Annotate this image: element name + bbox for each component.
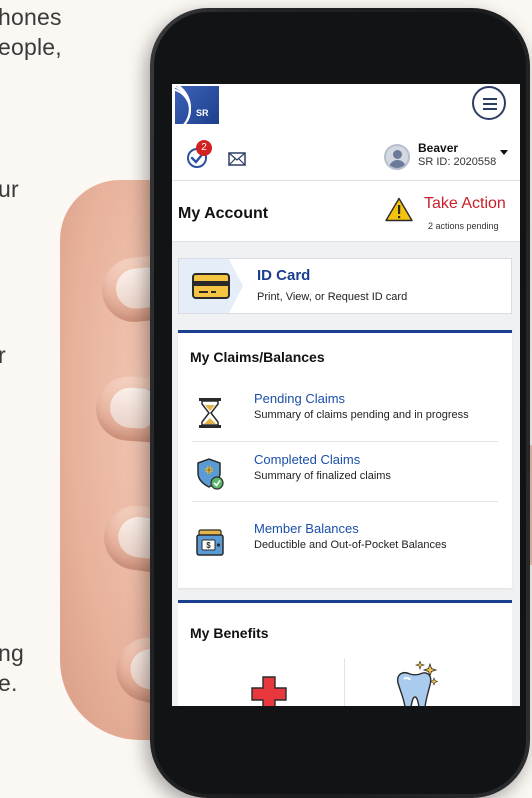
claim-item-completed[interactable]: Completed Claims Summary of finalized cl… — [178, 450, 512, 508]
claims-balances-panel: My Claims/Balances Pending Claims Summar… — [178, 330, 512, 588]
bg-text-line: e. — [0, 670, 18, 696]
phone-screen: SR 2 Beaver SR ID: 2020558 My Account Ta… — [172, 84, 520, 706]
id-card-subtitle: Print, View, or Request ID card — [257, 291, 408, 303]
divider — [344, 658, 345, 706]
claim-subtitle: Deductible and Out-of-Pocket Balances — [254, 539, 447, 551]
claim-title: Pending Claims — [254, 391, 346, 406]
user-id: SR ID: 2020558 — [418, 156, 497, 168]
claim-subtitle: Summary of claims pending and in progres… — [254, 409, 469, 421]
divider — [192, 441, 498, 442]
bg-text-line: ur — [0, 176, 19, 202]
sr-logo[interactable]: SR — [175, 86, 219, 124]
account-bar: My Account Take Action 2 actions pending — [172, 181, 520, 242]
section-title: My Benefits — [190, 625, 269, 641]
divider — [192, 501, 498, 502]
logo-curve — [175, 88, 191, 124]
warning-icon[interactable] — [385, 197, 413, 222]
logo-text: SR — [196, 108, 209, 118]
mail-icon[interactable] — [228, 152, 246, 166]
svg-text:$: $ — [206, 541, 211, 550]
user-name[interactable]: Beaver — [418, 141, 458, 155]
medical-cross-icon[interactable] — [250, 675, 288, 706]
id-card-tile[interactable]: ID Card Print, View, or Request ID card — [178, 258, 512, 314]
chevron-down-icon[interactable] — [500, 150, 508, 155]
id-card-icon — [192, 273, 230, 299]
claim-item-pending[interactable]: Pending Claims Summary of claims pending… — [178, 389, 512, 447]
fingernail — [108, 386, 156, 430]
app-header: SR — [172, 84, 520, 132]
user-avatar[interactable] — [384, 144, 410, 170]
hamburger-menu-icon[interactable] — [472, 86, 506, 120]
claim-title: Member Balances — [254, 521, 359, 536]
shield-check-icon — [197, 458, 224, 490]
benefits-panel: My Benefits — [178, 600, 512, 706]
claim-title: Completed Claims — [254, 452, 361, 467]
pending-actions-text: 2 actions pending — [428, 221, 499, 231]
bg-text-line: hones — [0, 4, 62, 30]
page-title: My Account — [178, 205, 269, 222]
bg-text-line: r — [0, 342, 6, 368]
id-card-title: ID Card — [257, 267, 311, 284]
user-bar: 2 Beaver SR ID: 2020558 — [172, 132, 520, 181]
wallet-icon: $ — [196, 529, 224, 556]
claim-subtitle: Summary of finalized claims — [254, 470, 391, 482]
claim-item-balances[interactable]: $ Member Balances Deductible and Out-of-… — [178, 519, 512, 577]
section-title: My Claims/Balances — [190, 349, 325, 365]
notification-badge: 2 — [196, 140, 212, 156]
bg-text-line: eople, — [0, 34, 62, 60]
bg-text-line: ng — [0, 640, 24, 666]
tooth-icon[interactable] — [390, 661, 440, 706]
hourglass-icon — [199, 398, 221, 428]
take-action-link[interactable]: Take Action — [424, 195, 506, 213]
